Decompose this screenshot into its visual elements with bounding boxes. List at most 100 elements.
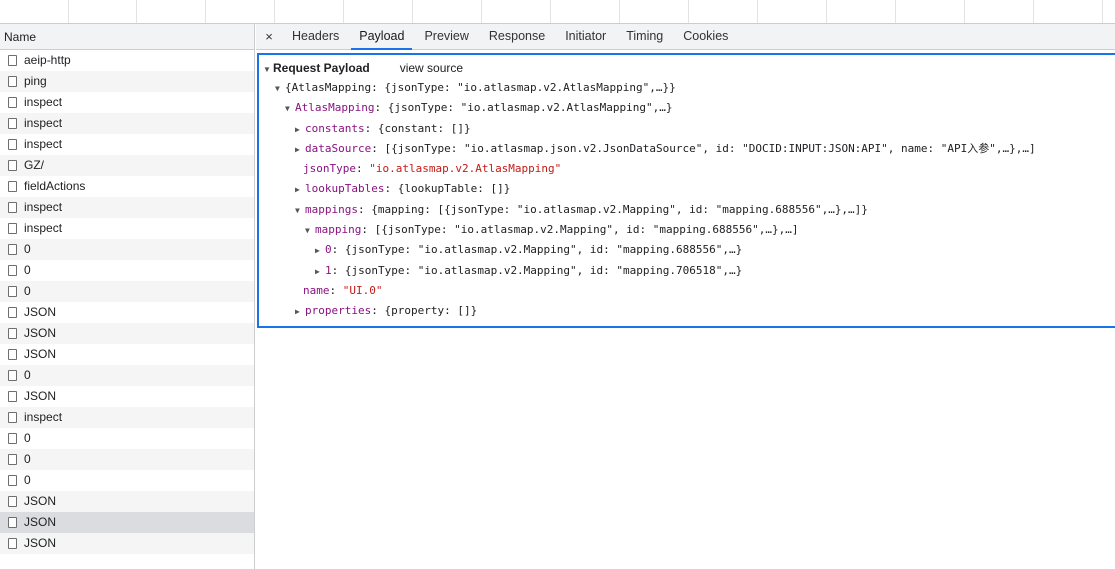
payload-tree-line[interactable]: AtlasMapping: {jsonType: "io.atlasmap.v2… (259, 98, 1115, 118)
request-row[interactable]: 0 (0, 239, 254, 260)
timeline-strip (0, 0, 1115, 24)
request-row[interactable]: inspect (0, 197, 254, 218)
request-row[interactable]: inspect (0, 218, 254, 239)
request-row[interactable]: JSON (0, 344, 254, 365)
request-name: JSON (24, 347, 57, 361)
document-icon (8, 496, 17, 507)
payload-tree-line[interactable]: properties: {property: []} (259, 301, 1115, 321)
document-icon (8, 265, 17, 276)
document-icon (8, 349, 17, 360)
request-row[interactable]: JSON (0, 323, 254, 344)
request-row[interactable]: JSON (0, 533, 254, 554)
collapse-triangle-icon[interactable] (263, 60, 273, 80)
document-icon (8, 475, 17, 486)
request-row[interactable]: inspect (0, 134, 254, 155)
payload-colon: : (364, 121, 378, 135)
request-row[interactable]: 0 (0, 281, 254, 302)
payload-value: {constant: []} (377, 121, 471, 135)
request-row[interactable]: 0 (0, 260, 254, 281)
document-icon (8, 433, 17, 444)
timeline-tick (205, 0, 206, 23)
request-row[interactable]: 0 (0, 470, 254, 491)
collapsed-triangle-icon[interactable] (315, 262, 325, 282)
request-row[interactable]: 0 (0, 365, 254, 386)
tab-payload[interactable]: Payload (349, 24, 414, 50)
request-detail-panel: × Headers Payload Preview Response Initiator… (256, 24, 1115, 569)
payload-section: Request Payload view source {AtlasMapping… (257, 53, 1115, 328)
detail-tabs: × Headers Payload Preview Response Initiator… (256, 24, 1115, 50)
timeline-tick (1102, 0, 1103, 23)
document-icon (8, 391, 17, 402)
tab-initiator[interactable]: Initiator (555, 24, 616, 49)
request-payload-header[interactable]: Request Payload view source (259, 58, 1115, 78)
timeline-tick (895, 0, 896, 23)
payload-tree-line[interactable]: {AtlasMapping: {jsonType: "io.atlasmap.v… (259, 78, 1115, 98)
view-source-link[interactable]: view source (400, 61, 463, 75)
payload-tree-line[interactable]: dataSource: [{jsonType: "io.atlasmap.jso… (259, 139, 1115, 159)
request-name: inspect (24, 410, 63, 424)
request-name: JSON (24, 494, 57, 508)
payload-tree-line[interactable]: constants: {constant: []} (259, 119, 1115, 139)
payload-tree: {AtlasMapping: {jsonType: "io.atlasmap.v… (259, 78, 1115, 322)
document-icon (8, 286, 17, 297)
document-icon (8, 55, 17, 66)
name-column-header[interactable]: Name (0, 24, 254, 50)
payload-colon: : (331, 243, 345, 257)
request-payload-title: Request Payload (273, 61, 370, 75)
request-row[interactable]: JSON (0, 386, 254, 407)
expanded-triangle-icon[interactable] (305, 221, 315, 241)
payload-tree-line[interactable]: 1: {jsonType: "io.atlasmap.v2.Mapping", … (259, 261, 1115, 281)
payload-tree-line[interactable]: mappings: {mapping: [{jsonType: "io.atla… (259, 200, 1115, 220)
request-row[interactable]: ping (0, 71, 254, 92)
request-row[interactable]: inspect (0, 92, 254, 113)
expanded-triangle-icon[interactable] (295, 201, 305, 221)
request-row[interactable]: fieldActions (0, 176, 254, 197)
collapsed-triangle-icon[interactable] (295, 180, 305, 200)
request-name: inspect (24, 116, 63, 130)
payload-value: {jsonType: "io.atlasmap.v2.AtlasMapping"… (387, 101, 673, 115)
request-row[interactable]: JSON (0, 491, 254, 512)
close-icon[interactable]: × (256, 24, 282, 49)
payload-tree-line[interactable]: 0: {jsonType: "io.atlasmap.v2.Mapping", … (259, 240, 1115, 260)
request-name: 0 (24, 242, 31, 256)
payload-colon: : (371, 141, 385, 155)
collapsed-triangle-icon[interactable] (315, 241, 325, 261)
request-name: 0 (24, 431, 31, 445)
expanded-triangle-icon[interactable] (275, 79, 285, 99)
payload-value: {jsonType: "io.atlasmap.v2.Mapping", id:… (344, 243, 743, 257)
document-icon (8, 181, 17, 192)
request-row[interactable]: aeip-http (0, 50, 254, 71)
request-name: aeip-http (24, 53, 71, 67)
payload-value: [{jsonType: "io.atlasmap.json.v2.JsonDat… (384, 141, 1036, 155)
request-row[interactable]: JSON (0, 302, 254, 323)
document-icon (8, 76, 17, 87)
payload-colon: : (357, 202, 372, 216)
timeline-tick (481, 0, 482, 23)
request-row[interactable]: 0 (0, 449, 254, 470)
payload-key: jsonType (303, 162, 356, 176)
request-row[interactable]: JSON (0, 512, 254, 533)
collapsed-triangle-icon[interactable] (295, 140, 305, 160)
request-row[interactable]: GZ/ (0, 155, 254, 176)
expanded-triangle-icon[interactable] (285, 99, 295, 119)
request-row[interactable]: inspect (0, 113, 254, 134)
request-row[interactable]: 0 (0, 428, 254, 449)
timeline-tick (964, 0, 965, 23)
collapsed-triangle-icon[interactable] (295, 120, 305, 140)
timeline-tick (136, 0, 137, 23)
payload-tree-line[interactable]: mapping: [{jsonType: "io.atlasmap.v2.Map… (259, 220, 1115, 240)
tab-preview[interactable]: Preview (414, 24, 478, 49)
payload-tree-line[interactable]: lookupTables: {lookupTable: []} (259, 179, 1115, 199)
document-icon (8, 454, 17, 465)
request-row[interactable]: inspect (0, 407, 254, 428)
payload-tree-line: name: "UI.0" (259, 281, 1115, 301)
document-icon (8, 139, 17, 150)
tab-headers[interactable]: Headers (282, 24, 349, 49)
tab-cookies[interactable]: Cookies (673, 24, 738, 49)
payload-colon: : (331, 263, 345, 277)
request-name: 0 (24, 473, 31, 487)
tab-timing[interactable]: Timing (616, 24, 673, 49)
collapsed-triangle-icon[interactable] (295, 302, 305, 322)
tab-response[interactable]: Response (479, 24, 555, 49)
document-icon (8, 328, 17, 339)
